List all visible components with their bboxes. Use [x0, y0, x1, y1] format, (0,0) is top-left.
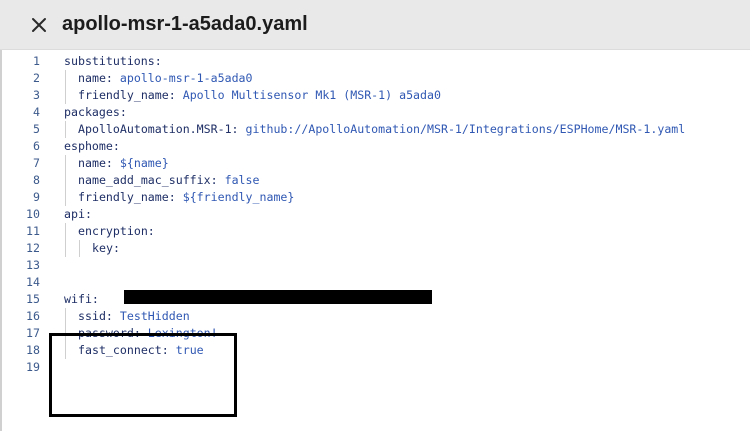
yaml-value: Apollo Multisensor Mk1 (MSR-1) a5ada0: [175, 88, 441, 102]
yaml-value: ${friendly_name}: [175, 190, 295, 204]
yaml-value: false: [217, 173, 260, 187]
code-text: substitutions:: [64, 53, 162, 70]
line-number: 2: [33, 71, 40, 85]
code-line: 11 encryption:: [2, 223, 750, 240]
code-line: 5 ApolloAutomation.MSR-1: github://Apollo…: [2, 121, 750, 138]
code-text: name: apollo-msr-1-a5ada0: [78, 70, 253, 87]
indent-guide: [65, 87, 66, 104]
line-number: 10: [26, 207, 40, 221]
yaml-key: packages:: [64, 105, 127, 119]
title-bar: apollo-msr-1-a5ada0.yaml: [0, 0, 750, 50]
yaml-key: name:: [78, 71, 113, 85]
indent-guide: [65, 172, 66, 189]
code-text: name_add_mac_suffix: false: [78, 172, 260, 189]
line-number: 5: [33, 122, 40, 136]
yaml-key: encryption:: [78, 224, 155, 238]
yaml-key: api:: [64, 207, 92, 221]
code-line: 16 ssid: TestHidden: [2, 308, 750, 325]
line-number: 14: [26, 275, 40, 289]
line-number: 8: [33, 173, 40, 187]
yaml-key: esphome:: [64, 139, 120, 153]
yaml-value: TestHidden: [112, 309, 190, 323]
code-editor[interactable]: 1 substitutions: 2 name: apollo-msr-1-a5ada…: [0, 50, 750, 431]
indent-guide: [65, 189, 66, 206]
code-line: 8 name_add_mac_suffix: false: [2, 172, 750, 189]
line-number: 13: [26, 258, 40, 272]
indent-guide: [65, 155, 66, 172]
yaml-key: wifi:: [64, 292, 99, 306]
code-text: api:: [64, 206, 92, 223]
code-line: 14: [2, 274, 750, 291]
indent-guide: [79, 240, 80, 257]
code-line: 1 substitutions:: [2, 53, 750, 70]
code-text: wifi:: [64, 291, 99, 308]
code-line: 6 esphome:: [2, 138, 750, 155]
code-text: encryption:: [78, 223, 155, 240]
line-number: 15: [26, 292, 40, 306]
indent-guide: [65, 70, 66, 87]
code-line: 10 api:: [2, 206, 750, 223]
code-text: friendly_name: ${friendly_name}: [78, 189, 294, 206]
yaml-key: friendly_name:: [78, 190, 176, 204]
code-line: 7 name: ${name}: [2, 155, 750, 172]
yaml-key: name:: [78, 156, 113, 170]
yaml-key: substitutions:: [64, 54, 162, 68]
line-number: 6: [33, 139, 40, 153]
code-text: name: ${name}: [78, 155, 169, 172]
yaml-key: key:: [92, 241, 120, 255]
indent-guide: [65, 240, 66, 257]
line-number: 19: [26, 360, 40, 374]
yaml-value: apollo-msr-1-a5ada0: [112, 71, 253, 85]
line-number: 9: [33, 190, 40, 204]
yaml-key: ssid:: [78, 309, 113, 323]
yaml-key: name_add_mac_suffix:: [78, 173, 218, 187]
code-line: 9 friendly_name: ${friendly_name}: [2, 189, 750, 206]
line-number: 18: [26, 343, 40, 357]
indent-guide: [65, 121, 66, 138]
line-number: 7: [33, 156, 40, 170]
code-line: 2 name: apollo-msr-1-a5ada0: [2, 70, 750, 87]
indent-guide: [65, 223, 66, 240]
yaml-key: ApolloAutomation.MSR-1:: [78, 122, 239, 136]
line-number: 1: [33, 54, 40, 68]
line-number: 3: [33, 88, 40, 102]
line-number: 12: [26, 241, 40, 255]
code-text: esphome:: [64, 138, 120, 155]
yaml-value: github://ApolloAutomation/MSR-1/Integrat…: [238, 122, 686, 136]
code-text: key:: [92, 240, 120, 257]
code-text: ApolloAutomation.MSR-1: github://ApolloA…: [78, 121, 685, 138]
file-title: apollo-msr-1-a5ada0.yaml: [62, 13, 308, 35]
code-line: 4 packages:: [2, 104, 750, 121]
yaml-key: friendly_name:: [78, 88, 176, 102]
code-text: friendly_name: Apollo Multisensor Mk1 (M…: [78, 87, 441, 104]
indent-guide: [65, 308, 66, 325]
line-number: 17: [26, 326, 40, 340]
code-text: packages:: [64, 104, 127, 121]
line-number: 4: [33, 105, 40, 119]
code-line: 12 key:: [2, 240, 750, 257]
close-icon: [32, 18, 46, 32]
yaml-value: ${name}: [112, 156, 169, 170]
code-text: ssid: TestHidden: [78, 308, 190, 325]
code-line: 3 friendly_name: Apollo Multisensor Mk1 (…: [2, 87, 750, 104]
line-number: 11: [26, 224, 40, 238]
wifi-highlight-box: [49, 333, 237, 417]
redacted-key-block: [124, 290, 432, 304]
close-button[interactable]: [28, 14, 50, 36]
code-line: 13: [2, 257, 750, 274]
line-number: 16: [26, 309, 40, 323]
